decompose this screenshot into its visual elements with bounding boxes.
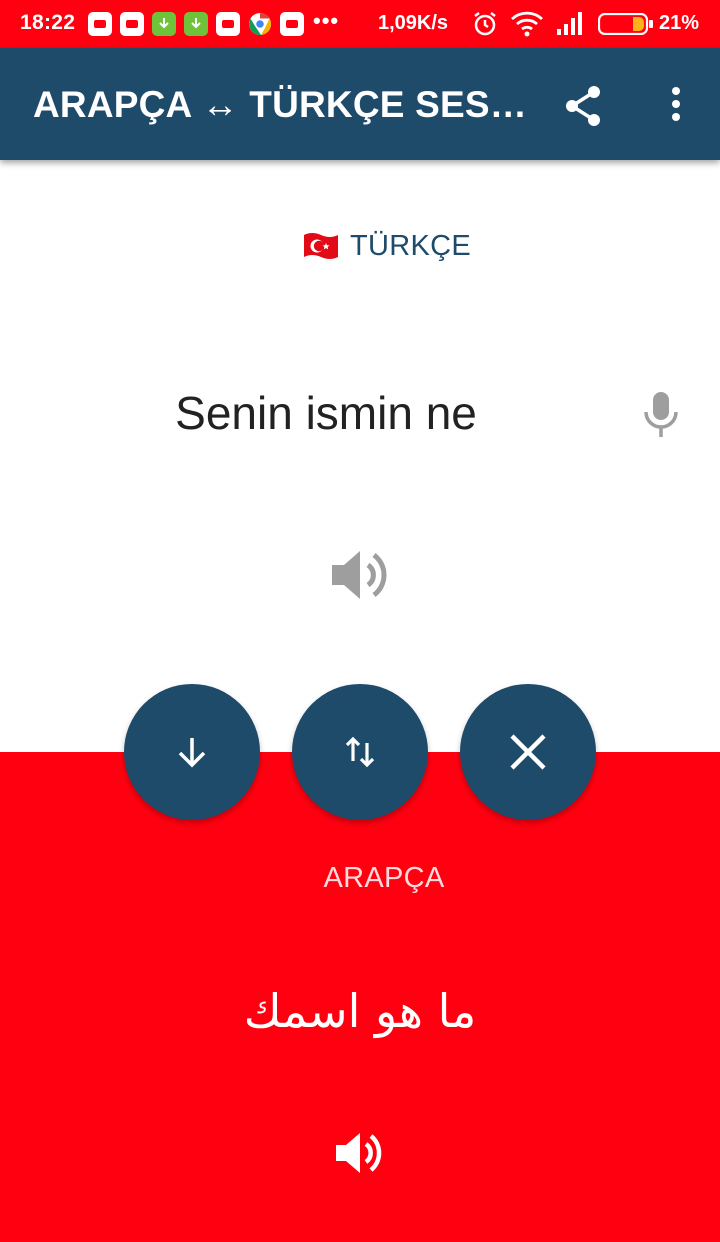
download-notification-icon bbox=[152, 12, 176, 36]
swap-languages-button[interactable] bbox=[292, 684, 428, 820]
signal-icon bbox=[557, 12, 582, 35]
source-speak-button[interactable] bbox=[326, 543, 394, 607]
status-bar: 18:22 ••• 1,09K/s 21% bbox=[0, 0, 720, 48]
swap-vertical-icon bbox=[345, 736, 375, 768]
target-language-label[interactable]: ARAPÇA bbox=[0, 862, 720, 895]
arrow-down-icon bbox=[178, 738, 206, 768]
speaker-icon bbox=[336, 1133, 382, 1173]
youtube-notification-icon bbox=[280, 12, 304, 36]
target-speak-button[interactable] bbox=[332, 1126, 388, 1180]
alarm-icon bbox=[474, 12, 496, 36]
notification-overflow: ••• bbox=[313, 8, 340, 33]
close-icon bbox=[510, 734, 546, 770]
clear-button[interactable] bbox=[460, 684, 596, 820]
target-text: ما هو اسمك bbox=[243, 984, 477, 1038]
source-language-selector[interactable]: TÜRKÇE bbox=[302, 226, 471, 266]
youtube-notification-icon bbox=[120, 12, 144, 36]
app-bar: ARAPÇA ↔ TÜRKÇE SES… bbox=[0, 48, 720, 160]
youtube-notification-icon bbox=[216, 12, 240, 36]
battery-icon bbox=[598, 13, 653, 35]
voice-input-button[interactable] bbox=[637, 388, 685, 440]
download-notification-icon bbox=[184, 12, 208, 36]
source-language-label: TÜRKÇE bbox=[350, 229, 472, 262]
speaker-icon bbox=[332, 551, 387, 599]
share-icon bbox=[566, 86, 600, 126]
more-vert-icon bbox=[672, 87, 680, 121]
wifi-icon bbox=[511, 11, 543, 37]
source-text[interactable]: Senin ismin ne bbox=[0, 386, 652, 440]
network-speed: 1,09K/s bbox=[378, 12, 449, 34]
chrome-notification-icon bbox=[248, 12, 272, 36]
microphone-icon bbox=[644, 392, 678, 437]
overflow-menu-button[interactable] bbox=[652, 82, 700, 130]
battery-percent: 21% bbox=[659, 12, 700, 34]
app-title: ARAPÇA ↔ TÜRKÇE SES… bbox=[33, 84, 523, 125]
share-button[interactable] bbox=[560, 82, 608, 130]
turkey-flag-icon bbox=[304, 233, 338, 259]
save-down-button[interactable] bbox=[124, 684, 260, 820]
status-time: 18:22 bbox=[20, 11, 76, 34]
youtube-notification-icon bbox=[88, 12, 112, 36]
